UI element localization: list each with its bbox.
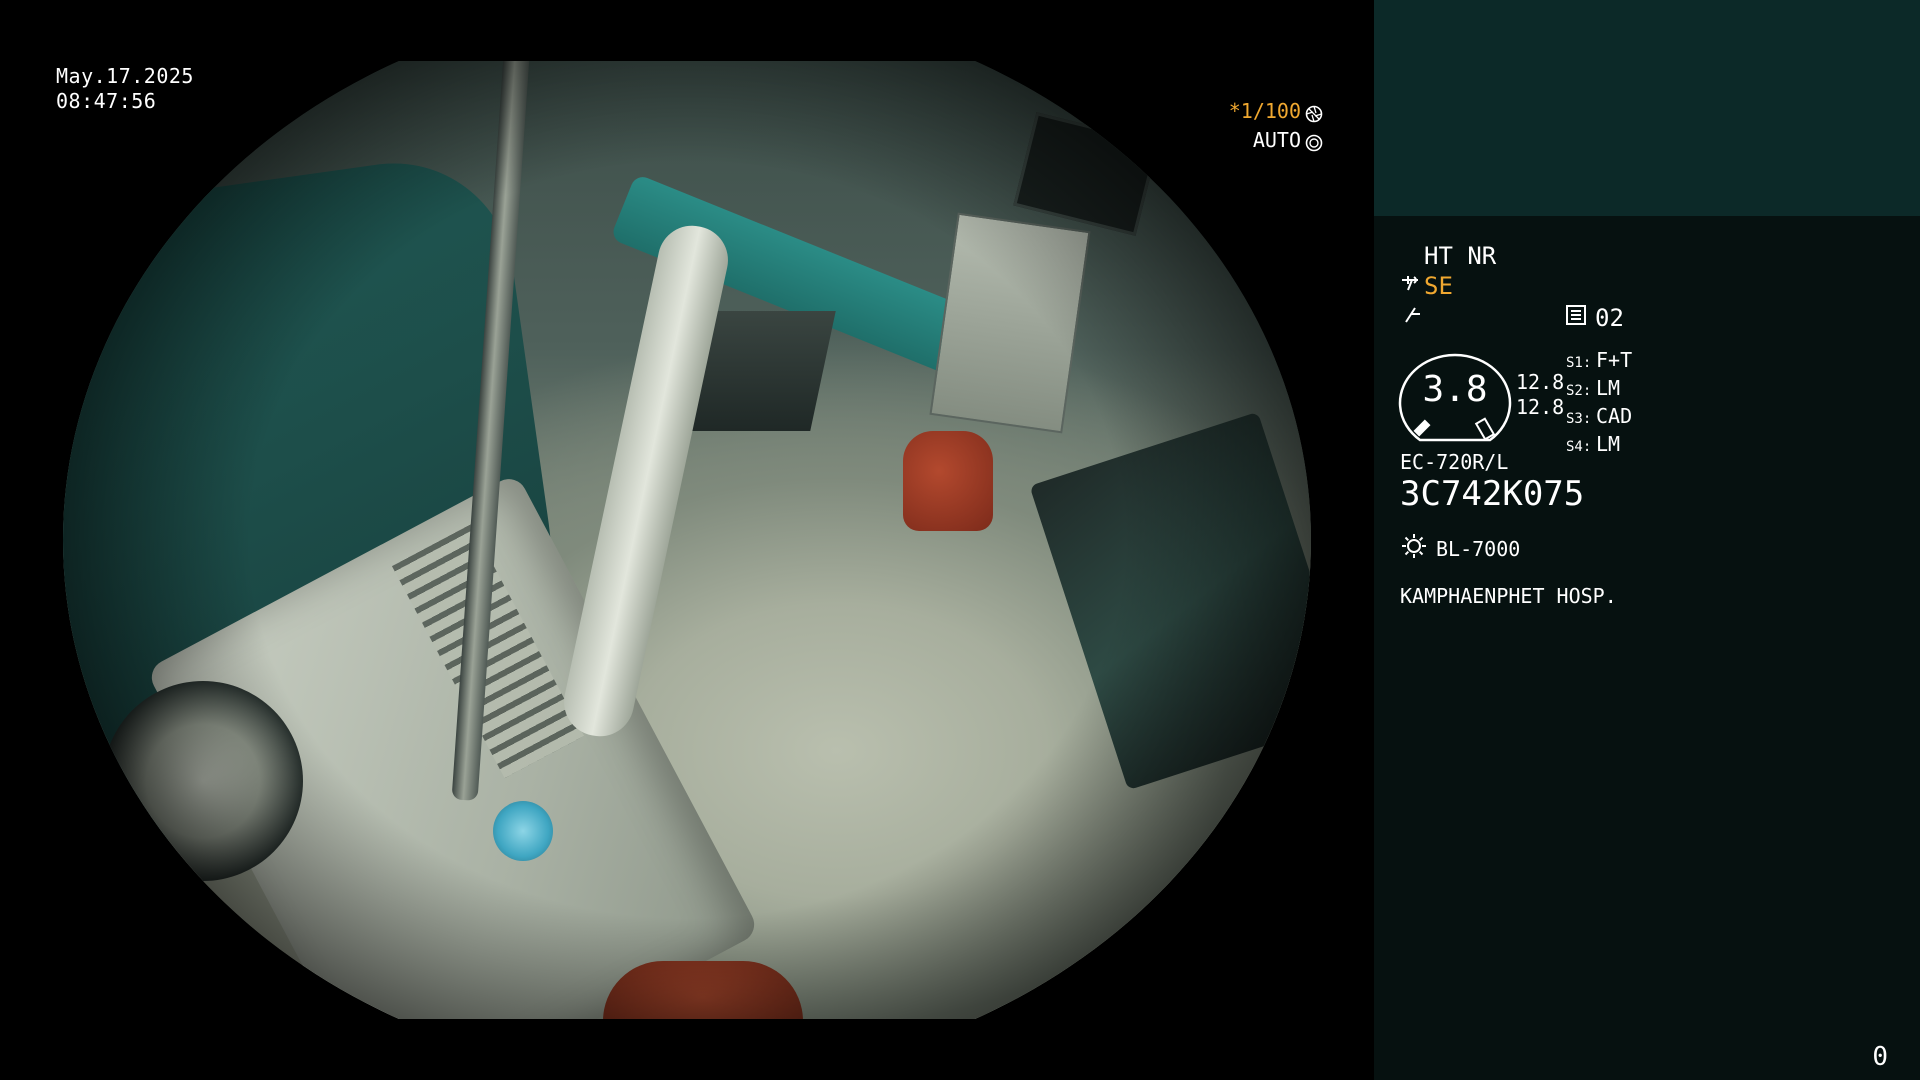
structure-mode-text: SE <box>1424 272 1453 300</box>
endoscope-image <box>63 61 1311 1019</box>
switch-value: F+T <box>1596 348 1633 372</box>
switch-value: LM <box>1596 376 1621 400</box>
processing-modes: HT NR <box>1424 242 1497 270</box>
iris-mode: AUTO <box>1252 127 1323 153</box>
image-counter: 0 <box>1872 1042 1888 1072</box>
date-text: May.17.2025 <box>56 64 194 88</box>
switch-value: LM <box>1596 432 1621 456</box>
gauge-readouts: 12.8 12.8 <box>1516 370 1564 420</box>
switch-key: S3: <box>1566 411 1592 427</box>
lens-vignette <box>63 61 1311 1019</box>
shutter-speed: *1/100 <box>1228 98 1323 124</box>
scope-serial: 3C742K075 <box>1400 474 1585 514</box>
time-text: 08:47:56 <box>56 89 157 113</box>
iris-icon <box>1305 132 1323 152</box>
preset-icon <box>1565 304 1587 332</box>
light-source: BL-7000 <box>1400 532 1520 565</box>
iris-text: AUTO <box>1252 128 1301 152</box>
lamp-icon <box>1400 532 1428 565</box>
endoscope-view: May.17.2025 08:47:56 *1/100 AUTO <box>0 0 1374 1080</box>
aperture-icon <box>1305 103 1323 123</box>
switch-row-s1: S1: F+T <box>1566 348 1632 376</box>
enhancement-icon <box>1402 304 1424 332</box>
gauge-readout-1: 12.8 <box>1516 370 1565 394</box>
light-source-text: BL-7000 <box>1436 536 1521 561</box>
switch-row-s2: S2: LM <box>1566 376 1632 404</box>
switch-row-s3: S3: CAD <box>1566 404 1632 432</box>
scope-switch-assignments: S1: F+T S2: LM S3: CAD S4: LM <box>1566 348 1632 460</box>
preset-value: 02 <box>1595 304 1624 332</box>
date-time: May.17.2025 08:47:56 <box>56 64 194 114</box>
switch-key: S2: <box>1566 383 1592 399</box>
shutter-text: *1/100 <box>1228 99 1301 123</box>
switch-key: S4: <box>1566 439 1592 455</box>
structure-enhancement-icon <box>1400 272 1422 300</box>
info-panel: HT NR SE 02 3.8 12.8 12.8 S1: F+T S2: LM… <box>1374 216 1920 1080</box>
thumbnail-area <box>1374 0 1920 216</box>
switch-value: CAD <box>1596 404 1633 428</box>
preset-indicator: 02 <box>1565 304 1624 332</box>
enhancement-indicator <box>1402 304 1424 332</box>
structure-enhancement: SE <box>1400 272 1453 300</box>
hospital-name: KAMPHAENPHET HOSP. <box>1400 584 1617 608</box>
endoscopy-monitor: May.17.2025 08:47:56 *1/100 AUTO HT NR S… <box>0 0 1920 1080</box>
gauge-value: 3.8 <box>1422 369 1488 410</box>
scope-model: EC-720R/L <box>1400 450 1509 474</box>
switch-key: S1: <box>1566 355 1592 371</box>
gauge-readout-2: 12.8 <box>1516 395 1565 419</box>
switch-row-s4: S4: LM <box>1566 432 1632 460</box>
